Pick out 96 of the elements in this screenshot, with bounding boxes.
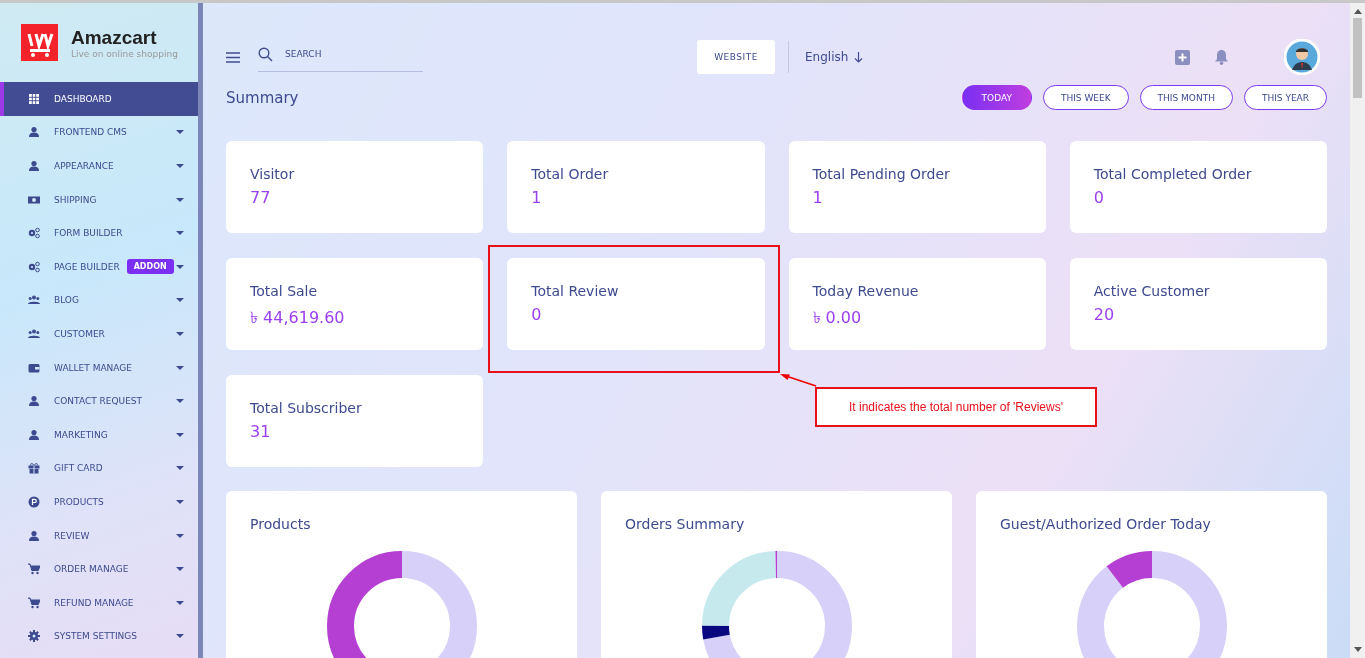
sidebar-item[interactable]: PAGE BUILDER ADDON	[0, 249, 198, 284]
wallet-icon	[28, 361, 40, 374]
addon-badge: ADDON	[126, 259, 174, 275]
logo-icon	[21, 24, 58, 61]
sidebar-item[interactable]: CUSTOMER	[0, 317, 198, 351]
sidebar-scrollbar[interactable]	[198, 3, 203, 658]
add-icon[interactable]	[1175, 49, 1190, 65]
stat-label: Today Revenue	[812, 283, 920, 299]
sidebar-item[interactable]: DASHBOARD	[0, 82, 198, 116]
filter-button[interactable]: THIS WEEK	[1042, 85, 1129, 110]
person-icon	[28, 529, 40, 542]
sidebar-item[interactable]: SYSTEM SETTINGS	[0, 619, 198, 654]
gear-icon	[28, 630, 40, 643]
sidebar-item[interactable]: FRONTEND CMS	[0, 115, 198, 150]
stat-value: 20	[1093, 305, 1116, 324]
menu-icon[interactable]	[226, 51, 240, 63]
stat-value: 77	[250, 188, 272, 207]
sidebar-item[interactable]: PRODUCTS	[0, 485, 198, 519]
stat-label: Total Sale	[250, 283, 319, 299]
sidebar-label: PRODUCTS	[54, 496, 104, 507]
gears-icon	[28, 227, 40, 240]
search-icon	[258, 46, 273, 62]
sidebar-item[interactable]: FORM BUILDER	[0, 216, 198, 250]
stat-label: Total Review	[531, 283, 620, 299]
gift-icon	[28, 462, 40, 475]
chart-title: Orders Summary	[625, 516, 746, 532]
sidebar-label: CONTACT REQUEST	[54, 396, 143, 407]
sidebar-item[interactable]: CONTACT REQUEST	[0, 384, 198, 418]
grid-icon	[28, 92, 40, 105]
arrow-down-icon	[854, 51, 864, 63]
person-icon	[28, 428, 40, 441]
sidebar-label: PAGE BUILDER	[54, 261, 120, 272]
brand-name: Amazcart	[71, 26, 158, 49]
filter-button[interactable]: TODAY	[961, 85, 1032, 110]
stat-label: Total Completed Order	[1093, 166, 1253, 182]
sidebar-label: GIFT CARD	[54, 463, 103, 474]
stat-value: 1	[531, 188, 543, 207]
sidebar-label: DASHBOARD	[54, 93, 112, 104]
brand-tagline: Live on online shopping	[71, 48, 178, 59]
stat-value: 1	[812, 188, 824, 207]
cart-icon	[28, 596, 40, 609]
chart-title: Guest/Authorized Order Today	[1000, 516, 1212, 532]
sidebar-item[interactable]: REFUND MANAGE	[0, 585, 198, 620]
sidebar-item[interactable]: GIFT CARD	[0, 451, 198, 486]
people-icon	[28, 327, 40, 340]
section-title: Summary	[226, 88, 299, 107]
stat-label: Visitor	[250, 166, 296, 182]
stat-value: ৳ 44,619.60	[250, 307, 346, 329]
sidebar-label: MARKETING	[54, 429, 108, 440]
sidebar-label: SYSTEM SETTINGS	[54, 631, 138, 642]
sidebar-item[interactable]: APPEARANCE	[0, 149, 198, 183]
p-circle-icon	[28, 495, 40, 508]
language-dropdown[interactable]: English	[805, 50, 864, 64]
stat-label: Active Customer	[1093, 283, 1211, 299]
stat-label: Total Order	[531, 166, 610, 182]
chart-title: Products	[250, 516, 312, 532]
person-icon	[28, 395, 40, 408]
sidebar-label: CUSTOMER	[54, 328, 105, 339]
sidebar-item[interactable]: WALLET MANAGE	[0, 350, 198, 385]
sidebar-label: APPEARANCE	[54, 161, 114, 171]
stat-value: ৳ 0.00	[812, 307, 863, 329]
filter-button[interactable]: THIS YEAR	[1243, 85, 1327, 110]
sidebar-label: FRONTEND CMS	[54, 127, 127, 138]
sidebar-item[interactable]: REVIEW	[0, 518, 198, 553]
sidebar-label: BLOG	[54, 295, 79, 306]
filter-button[interactable]: THIS MONTH	[1139, 85, 1233, 110]
sidebar-label: REVIEW	[54, 530, 90, 541]
page-scrollbar[interactable]	[1350, 3, 1365, 658]
cart-icon	[28, 563, 40, 576]
sidebar-label: ORDER MANAGE	[54, 564, 129, 575]
stat-label: Total Subscriber	[250, 400, 363, 416]
callout-arrow	[779, 373, 817, 387]
sidebar-label: FORM BUILDER	[54, 228, 123, 239]
person-icon	[28, 160, 40, 172]
website-button[interactable]: WEBSITE	[697, 40, 775, 74]
scroll-down-icon[interactable]	[1353, 647, 1362, 652]
stat-value: 0	[1093, 188, 1105, 207]
bell-icon[interactable]	[1214, 49, 1229, 65]
scroll-thumb[interactable]	[1353, 18, 1362, 98]
avatar-icon[interactable]	[1284, 39, 1320, 75]
stat-value: 31	[250, 422, 272, 441]
person-icon	[28, 126, 40, 139]
sidebar-label: SHIPPING	[54, 194, 97, 205]
gears-icon	[28, 260, 40, 273]
sidebar-item[interactable]: MARKETING	[0, 417, 198, 452]
sidebar-item[interactable]: ORDER MANAGE	[0, 552, 198, 586]
people-icon	[28, 294, 40, 307]
scroll-up-icon[interactable]	[1353, 9, 1362, 14]
stat-label: Total Pending Order	[812, 166, 951, 182]
stat-value: 0	[531, 305, 543, 324]
sidebar-label: REFUND MANAGE	[54, 597, 134, 608]
sidebar-label: WALLET MANAGE	[54, 362, 132, 373]
sidebar-item[interactable]: SHIPPING	[0, 182, 198, 217]
search-field[interactable]: SEARCH	[283, 48, 407, 60]
sidebar-item[interactable]: BLOG	[0, 283, 198, 318]
callout-note: It indicates the total number of 'Reviews'	[815, 387, 1097, 427]
